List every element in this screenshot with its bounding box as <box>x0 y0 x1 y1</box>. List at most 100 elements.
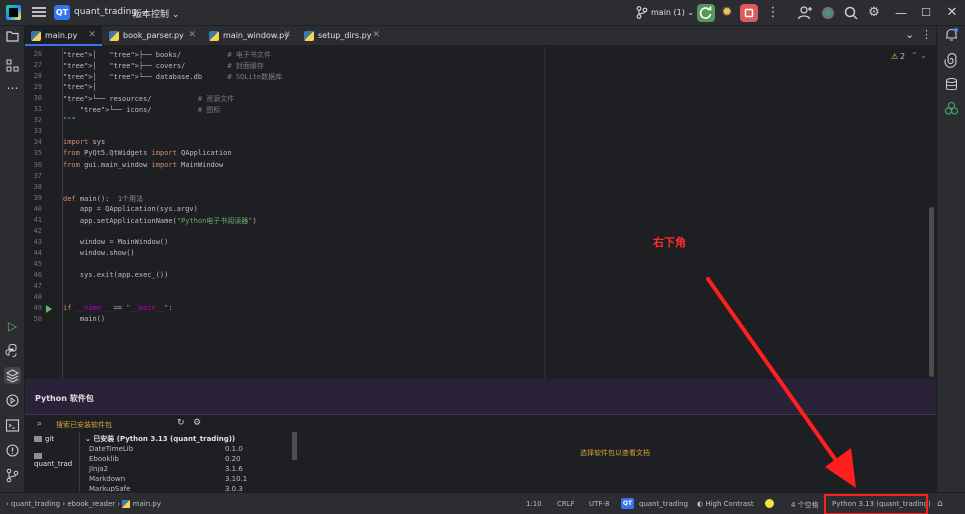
code-line[interactable]: "tree">└── resources/ # 资源文件 <box>63 94 234 104</box>
left-tool-strip: ⋯ ▷ <box>0 26 25 492</box>
tab-options-more-icon[interactable]: ⋮ <box>921 28 932 41</box>
tab-main-window-py[interactable]: main_window.py ✕ <box>203 26 297 46</box>
tab-setup-dirs-py[interactable]: setup_dirs.py ✕ <box>298 26 386 46</box>
tab-book-parser-py[interactable]: book_parser.py ✕ <box>103 26 202 46</box>
project-name[interactable]: quant_trading <box>639 500 688 508</box>
python-file-icon <box>304 31 314 41</box>
code-line[interactable]: "tree">│ "tree">├── books/ # 电子书文件 <box>63 50 271 60</box>
bug-icon[interactable]: ✹ <box>719 5 735 21</box>
package-list-scrollbar[interactable] <box>292 432 297 460</box>
theme-switcher[interactable]: ◐ High Contrast <box>697 500 754 508</box>
project-folder-icon[interactable] <box>4 28 21 45</box>
warning-icon[interactable]: ⚠ <box>891 52 898 61</box>
code-line[interactable]: import sys <box>63 138 105 146</box>
code-line[interactable]: app.setApplicationName("Python电子书阅读器") <box>63 216 257 226</box>
line-number: 28 <box>33 72 42 81</box>
maximize-window-icon[interactable]: ☐ <box>918 5 934 21</box>
ai-chat-spiral-icon[interactable] <box>943 51 960 68</box>
inspection-nav-arrows-icon[interactable]: ⌃ ⌄ <box>911 51 927 60</box>
table-row[interactable]: Jinja2 3.1.6 <box>89 465 289 473</box>
settings-gear-icon[interactable]: ⚙ <box>866 5 882 21</box>
code-line[interactable]: window = MainWindow() <box>63 238 169 246</box>
services-icon[interactable] <box>4 392 21 409</box>
notifications-bell-icon[interactable] <box>943 26 960 43</box>
line-separator[interactable]: CRLF <box>557 500 575 508</box>
close-tab-icon[interactable]: ✕ <box>283 26 291 45</box>
list-item[interactable]: git <box>34 435 54 443</box>
line-number: 31 <box>33 105 42 114</box>
line-number: 46 <box>33 271 42 279</box>
vcs-menu[interactable]: 版本控制 ⌄ <box>133 7 179 20</box>
branch-selector[interactable]: main (1) ⌄ <box>651 8 694 17</box>
code-line[interactable]: "tree">└── icons/ # 图标 <box>63 105 220 115</box>
code-line[interactable]: def main(): 1个用法 <box>63 194 143 204</box>
add-user-icon[interactable] <box>797 5 813 21</box>
python-console-icon[interactable] <box>4 342 21 359</box>
code-line[interactable]: "tree">│ <box>63 83 97 91</box>
close-window-icon[interactable]: ✕ <box>944 5 960 21</box>
code-editor[interactable]: 26 27 28 29 30 31 32 33 34 35 36 37 38 39 40 41 42 43 44 45… <box>25 47 936 379</box>
chevron-down-icon: ⌄ <box>171 10 180 20</box>
code-line[interactable]: "tree">│ "tree">└── database.db # SQLite… <box>63 72 282 82</box>
code-line[interactable]: app = QApplication(sys.argv) <box>63 205 198 213</box>
code-line[interactable]: from PyQt5.QtWidgets import QApplication <box>63 149 232 157</box>
refresh-icon <box>699 6 712 19</box>
line-number: 32 <box>33 116 42 125</box>
close-tab-icon[interactable]: ✕ <box>188 26 196 45</box>
breadcrumb-item[interactable]: quant_trading <box>11 500 60 508</box>
update-project-button[interactable] <box>697 4 715 22</box>
inspection-count[interactable]: 2 <box>900 52 905 61</box>
plugin-green-icon[interactable] <box>943 100 960 117</box>
package-search-input[interactable]: ⌕ 搜索已安装软件包 <box>27 417 295 431</box>
indent-setting[interactable]: 4 个空格 <box>791 500 819 510</box>
table-row[interactable]: Ebooklib 0.20 <box>89 455 289 463</box>
database-icon[interactable] <box>943 76 960 93</box>
more-vertical-icon[interactable]: ⋮ <box>765 5 781 21</box>
code-line[interactable]: """ <box>63 116 76 124</box>
terminal-icon[interactable] <box>4 417 21 434</box>
git-icon[interactable] <box>4 467 21 484</box>
table-row[interactable]: DateTimeLib 0.1.0 <box>89 445 289 453</box>
more-tools-icon[interactable]: ⋯ <box>4 80 21 97</box>
hamburger-menu-icon[interactable] <box>32 5 46 19</box>
file-encoding[interactable]: UTF-8 <box>589 500 609 508</box>
tree-header[interactable]: ⌄ 已安装 (Python 3.13 (quant_trading)) <box>85 434 235 444</box>
table-row[interactable]: Markdown 3.10.1 <box>89 475 289 483</box>
minimize-window-icon[interactable]: — <box>893 5 909 21</box>
line-number: 47 <box>33 282 42 291</box>
breadcrumb-item[interactable]: ebook_reader <box>67 500 115 508</box>
code-line[interactable]: "tree">│ "tree">├── covers/ # 封面缓存 <box>63 61 264 71</box>
structure-icon[interactable] <box>4 57 21 74</box>
run-gutter-icon[interactable] <box>46 305 52 314</box>
project-badge[interactable]: QT <box>54 5 70 20</box>
stop-button[interactable] <box>740 4 758 22</box>
ai-assistant-icon[interactable] <box>820 5 836 21</box>
close-tab-icon[interactable]: ✕ <box>88 26 96 45</box>
tab-main-py[interactable]: main.py ✕ <box>25 26 102 46</box>
tab-list-chevron-icon[interactable]: ⌄ <box>905 28 914 41</box>
line-number: 43 <box>33 237 42 246</box>
editor-scrollbar[interactable] <box>929 207 934 377</box>
lock-icon[interactable]: ⌂ <box>937 499 943 509</box>
code-line[interactable]: window.show() <box>63 249 135 257</box>
code-line[interactable]: from gui.main_window import MainWindow <box>63 161 223 169</box>
settings-gear-icon[interactable]: ⚙ <box>193 418 201 428</box>
refresh-icon[interactable]: ↻ <box>177 418 185 428</box>
problems-icon[interactable] <box>4 442 21 459</box>
list-item[interactable]: quant_trad <box>34 452 79 468</box>
line-number: 49 <box>33 304 42 313</box>
installed-packages-tree: ⌄ 已安装 (Python 3.13 (quant_trading)) Date… <box>81 432 295 493</box>
code-line[interactable]: sys.exit(app.exec_()) <box>63 271 169 279</box>
chevron-down-icon: ⌄ <box>687 8 695 17</box>
caret-position[interactable]: 1:10 <box>526 500 542 508</box>
code-line[interactable]: if __name__ == "__main__": <box>63 304 173 312</box>
code-line[interactable]: main() <box>63 315 105 323</box>
status-indicator-icon[interactable] <box>765 499 774 508</box>
line-number: 45 <box>33 259 42 268</box>
run-icon[interactable]: ▷ <box>4 318 21 335</box>
search-icon[interactable] <box>843 5 859 21</box>
breadcrumb-item[interactable]: main.py <box>133 500 161 508</box>
line-number: 41 <box>33 215 42 224</box>
python-packages-icon[interactable] <box>4 367 21 384</box>
close-tab-icon[interactable]: ✕ <box>372 26 380 45</box>
